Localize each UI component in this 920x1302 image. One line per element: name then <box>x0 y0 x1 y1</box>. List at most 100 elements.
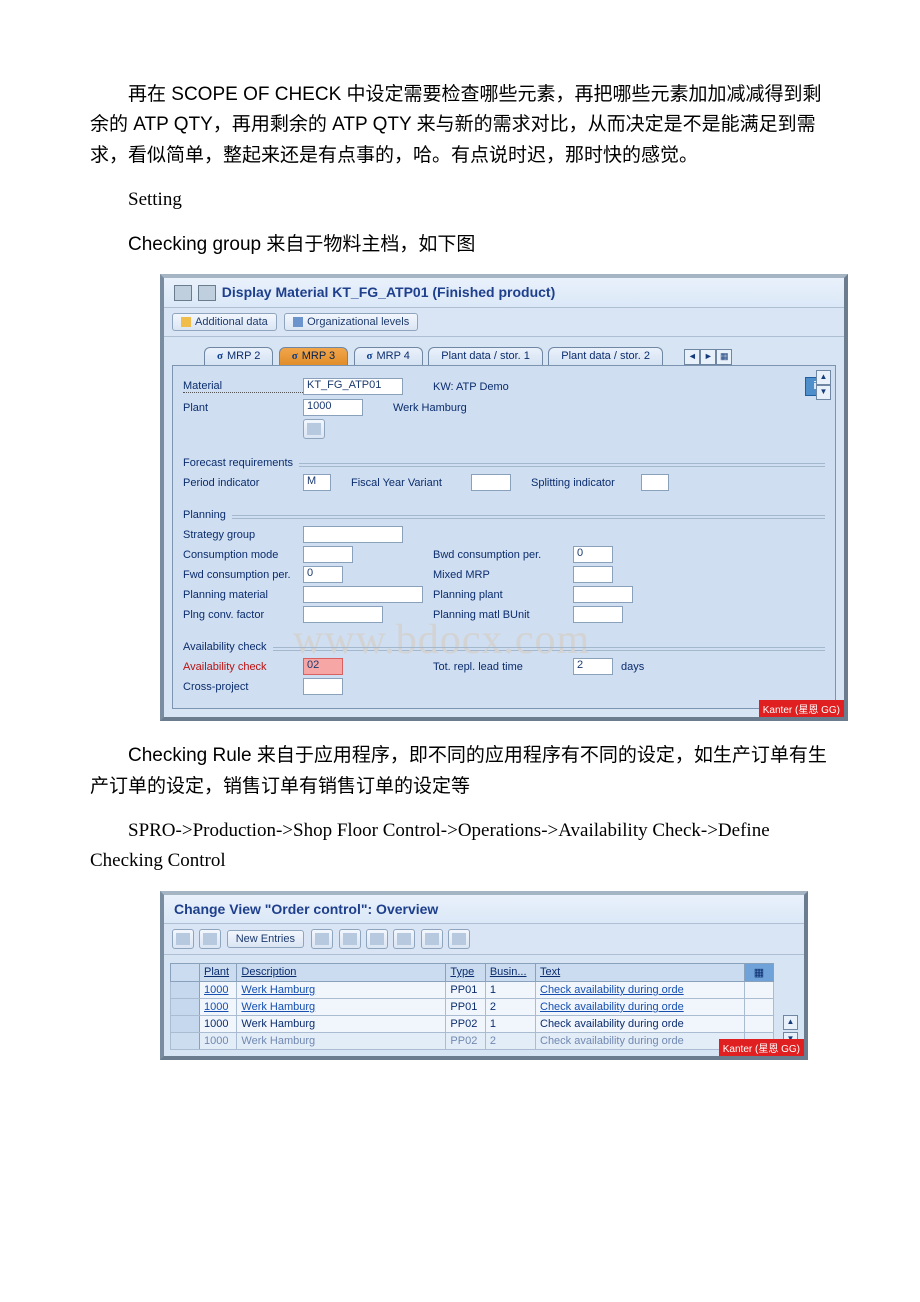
bwd-field[interactable]: 0 <box>573 546 613 563</box>
sap-order-control-window: Change View "Order control": Overview Ne… <box>160 891 808 1060</box>
table-row[interactable]: 1000Werk HamburgPP011Check availability … <box>171 981 774 998</box>
sap-material-window: Display Material KT_FG_ATP01 (Finished p… <box>160 274 848 721</box>
ac-field[interactable]: 02 <box>303 658 343 675</box>
additional-data-button[interactable]: Additional data <box>172 313 277 331</box>
refresh-icon[interactable] <box>303 419 325 439</box>
cmode-label: Consumption mode <box>183 549 303 561</box>
tab-mrp3[interactable]: σMRP 3 <box>279 347 348 365</box>
table-header-row: Plant Description Type Busin... Text ▦ <box>171 963 774 981</box>
col-busin[interactable]: Busin... <box>485 963 535 981</box>
order-control-table: Plant Description Type Busin... Text ▦ 1… <box>170 963 774 1050</box>
cell-desc: Werk Hamburg <box>237 981 446 998</box>
tab-scroll-left[interactable]: ◄ <box>684 349 700 365</box>
settings-header[interactable]: ▦ <box>745 963 774 981</box>
mixed-label: Mixed MRP <box>433 569 573 581</box>
col-text[interactable]: Text <box>536 963 745 981</box>
cell-text: Check availability during orde <box>536 998 745 1015</box>
glasses-icon[interactable] <box>199 929 221 949</box>
cell-text: Check availability during orde <box>536 1032 745 1049</box>
row-selector[interactable] <box>171 1032 200 1049</box>
tab-plant-data-2[interactable]: Plant data / stor. 2 <box>548 347 663 365</box>
pconv-field[interactable] <box>303 606 383 623</box>
paragraph-4: Checking Rule 来自于应用程序，即不同的应用程序有不同的设定，如生产… <box>90 741 830 802</box>
cell-pad <box>745 998 774 1015</box>
col-plant[interactable]: Plant <box>200 963 237 981</box>
table-area: Plant Description Type Busin... Text ▦ 1… <box>164 955 804 1056</box>
title-icon <box>174 285 192 301</box>
material-field[interactable]: KT_FG_ATP01 <box>303 378 403 395</box>
cell-busin: 1 <box>485 1015 535 1032</box>
kanter-badge-2: Kanter (星恩 GG) <box>719 1039 804 1056</box>
cell-desc: Werk Hamburg <box>237 1015 446 1032</box>
new-entries-button[interactable]: New Entries <box>227 930 304 948</box>
sap2-toolbar: New Entries <box>164 924 804 955</box>
tab-scroll: ◄►▦ <box>684 348 732 365</box>
row-selector[interactable] <box>171 1015 200 1032</box>
pplant-field[interactable] <box>573 586 633 603</box>
select-all-icon[interactable] <box>421 929 443 949</box>
cross-label: Cross-project <box>183 681 303 693</box>
table-row[interactable]: 1000Werk HamburgPP022Check availability … <box>171 1032 774 1049</box>
pencil-icon[interactable] <box>172 929 194 949</box>
mixed-field[interactable] <box>573 566 613 583</box>
tab-mrp4[interactable]: σMRP 4 <box>354 347 423 365</box>
tab-scroll-right[interactable]: ► <box>700 349 716 365</box>
plant-label: Plant <box>183 402 303 414</box>
table-row[interactable]: 1000Werk HamburgPP021Check availability … <box>171 1015 774 1032</box>
col-type[interactable]: Type <box>446 963 485 981</box>
strategy-label: Strategy group <box>183 529 303 541</box>
fwd-field[interactable]: 0 <box>303 566 343 583</box>
row-selector[interactable] <box>171 998 200 1015</box>
scroll-up-button[interactable]: ▲ <box>816 370 831 385</box>
bwd-label: Bwd consumption per. <box>433 549 573 561</box>
cell-pad <box>745 981 774 998</box>
cell-busin: 2 <box>485 1032 535 1049</box>
title-icon-2 <box>198 285 216 301</box>
org-levels-button[interactable]: Organizational levels <box>284 313 418 331</box>
pmat-field[interactable] <box>303 586 423 603</box>
select-icon[interactable] <box>393 929 415 949</box>
pmat-label: Planning material <box>183 589 303 601</box>
cell-desc: Werk Hamburg <box>237 998 446 1015</box>
undo-icon[interactable] <box>366 929 388 949</box>
sap-title-text: Display Material KT_FG_ATP01 (Finished p… <box>222 284 555 300</box>
col-desc[interactable]: Description <box>237 963 446 981</box>
fyv-label: Fiscal Year Variant <box>351 477 471 489</box>
scroll-down-button[interactable]: ▼ <box>816 385 831 400</box>
cell-type: PP02 <box>446 1032 485 1049</box>
cross-field[interactable] <box>303 678 343 695</box>
paragraph-3: Checking group 来自于物料主档，如下图 <box>90 230 830 260</box>
sel-header <box>171 963 200 981</box>
strategy-field[interactable] <box>303 526 403 543</box>
period-field[interactable]: M <box>303 474 331 491</box>
plant-field[interactable]: 1000 <box>303 399 363 416</box>
save-icon[interactable] <box>339 929 361 949</box>
row-selector[interactable] <box>171 981 200 998</box>
table-row[interactable]: 1000Werk HamburgPP012Check availability … <box>171 998 774 1015</box>
cell-text: Check availability during orde <box>536 981 745 998</box>
split-field[interactable] <box>641 474 669 491</box>
cell-busin: 1 <box>485 981 535 998</box>
paragraph-1: 再在 SCOPE OF CHECK 中设定需要检查哪些元素，再把哪些元素加加减减… <box>90 80 830 171</box>
cell-busin: 2 <box>485 998 535 1015</box>
scroll-up-icon[interactable]: ▲ <box>783 1015 798 1030</box>
ac-label: Availability check <box>183 661 303 673</box>
pplant-label: Planning plant <box>433 589 573 601</box>
deselect-icon[interactable] <box>448 929 470 949</box>
cell-plant: 1000 <box>200 1032 237 1049</box>
fwd-label: Fwd consumption per. <box>183 569 303 581</box>
pbunit-label: Planning matl BUnit <box>433 609 573 621</box>
tab-plant-data-1[interactable]: Plant data / stor. 1 <box>428 347 543 365</box>
sap2-title: Change View "Order control": Overview <box>164 895 804 924</box>
pbunit-field[interactable] <box>573 606 623 623</box>
trl-field[interactable]: 2 <box>573 658 613 675</box>
paragraph-2: Setting <box>90 185 830 215</box>
tab-mrp2[interactable]: σMRP 2 <box>204 347 273 365</box>
copy-icon[interactable] <box>311 929 333 949</box>
tab-scroll-list[interactable]: ▦ <box>716 349 732 365</box>
planning-group: Planning <box>183 501 825 516</box>
sap-window-title: Display Material KT_FG_ATP01 (Finished p… <box>164 278 844 308</box>
paragraph-5: SPRO->Production->Shop Floor Control->Op… <box>90 816 830 877</box>
fyv-field[interactable] <box>471 474 511 491</box>
cmode-field[interactable] <box>303 546 353 563</box>
